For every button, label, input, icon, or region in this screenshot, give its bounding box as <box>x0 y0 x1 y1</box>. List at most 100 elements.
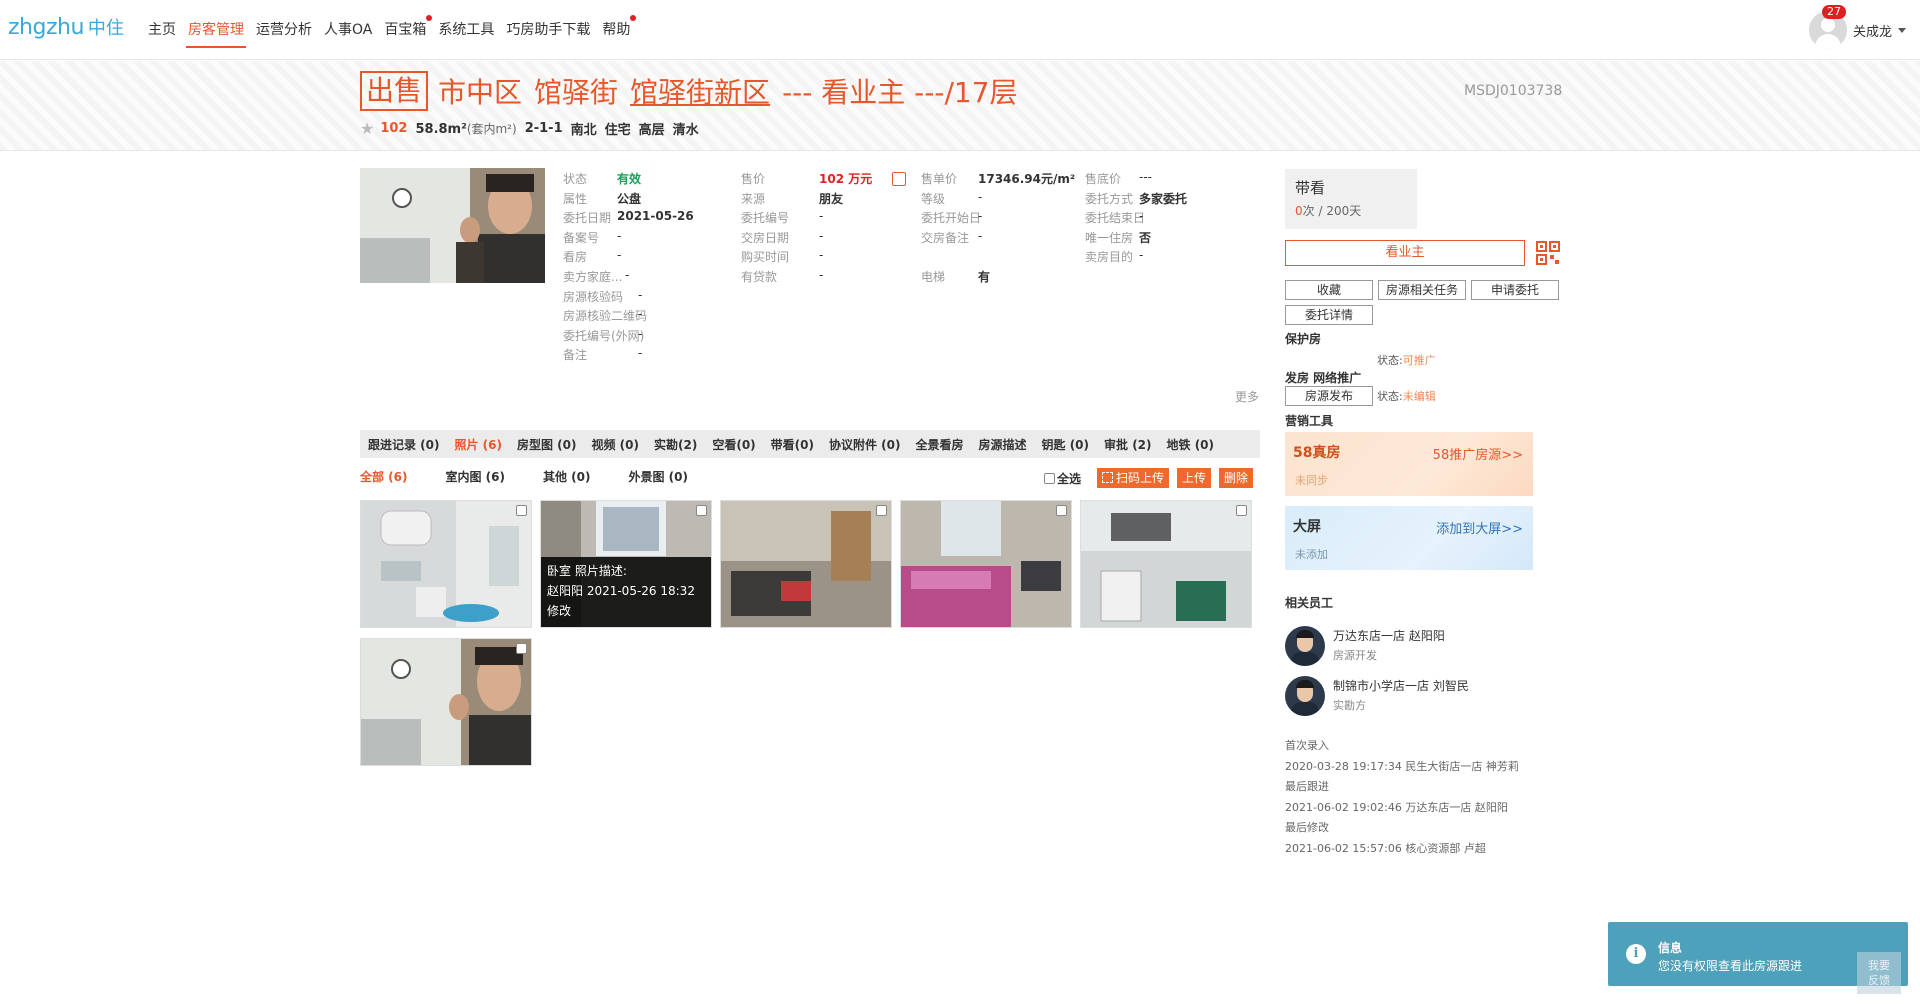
photo-checkbox[interactable] <box>516 505 527 516</box>
info-value: 多家委托 <box>1139 191 1188 206</box>
staff-role: 房源开发 <box>1333 649 1377 662</box>
related-tasks-button[interactable]: 房源相关任务 <box>1378 280 1466 300</box>
nav-item-label: 主页 <box>148 22 176 38</box>
staff-item[interactable]: 万达东店一店 赵阳阳 房源开发 <box>1285 626 1445 666</box>
viewing-stats: 带看 0次 / 200天 <box>1285 169 1417 229</box>
upload-button[interactable]: 上传 <box>1177 468 1212 488</box>
photo-category-tab[interactable]: 外景图 (0) <box>629 468 689 485</box>
photo-thumb[interactable] <box>360 500 532 628</box>
title-rest: --- 看业主 ---/17层 <box>782 76 1018 109</box>
photo-overlay: 卧室 照片描述: 赵阳阳 2021-05-26 18:32 修改 <box>541 557 711 627</box>
nav-item[interactable]: 系统工具 <box>432 0 500 60</box>
info-value: - <box>819 268 824 282</box>
photo-thumb[interactable] <box>720 500 892 628</box>
photo-thumb[interactable] <box>900 500 1072 628</box>
photo-checkbox[interactable] <box>1056 505 1067 516</box>
info-value: 有 <box>978 270 991 284</box>
info-value: 17346.94元/m² <box>978 172 1076 186</box>
photo-edit-link[interactable]: 修改 <box>547 601 705 621</box>
detail-tab[interactable]: 跟进记录 (0) <box>368 436 440 453</box>
logo[interactable]: zhgzhu 中住 <box>8 14 124 44</box>
toast-message: 您没有权限查看此房源跟进 <box>1658 959 1803 973</box>
detail-tab[interactable]: 带看(0) <box>771 436 814 453</box>
community-link[interactable]: 馆驿街新区 <box>630 71 770 111</box>
detail-tab[interactable]: 房源描述 <box>979 436 1027 453</box>
detail-tab[interactable]: 审批 (2) <box>1104 436 1152 453</box>
info-label: 等级 <box>921 191 946 206</box>
detail-tab[interactable]: 视频 (0) <box>592 436 640 453</box>
select-all-checkbox[interactable] <box>1044 472 1055 484</box>
photo-thumb[interactable] <box>1080 500 1252 628</box>
detail-tab[interactable]: 房型图 (0) <box>517 436 577 453</box>
info-value: - <box>978 209 983 224</box>
info-label: 属性 <box>563 191 588 206</box>
detail-tab[interactable]: 协议附件 (0) <box>829 436 901 453</box>
photo-checkbox[interactable] <box>1236 505 1247 516</box>
photo-category-tab[interactable]: 其他 (0) <box>543 468 591 485</box>
info-value: - <box>638 287 643 302</box>
info-value: --- <box>1139 170 1152 184</box>
nav-item[interactable]: 人事OA <box>318 0 378 60</box>
nav-item[interactable]: 运营分析 <box>250 0 318 60</box>
publish-status-value: 未编辑 <box>1402 390 1436 403</box>
nav-item[interactable]: 帮助 <box>596 0 637 60</box>
info-icon: i <box>1626 944 1646 964</box>
staff-name: 万达东店一店 赵阳阳 <box>1333 629 1445 643</box>
favorite-button[interactable]: 收藏 <box>1285 280 1373 300</box>
main-photo[interactable] <box>360 168 545 283</box>
toast-title: 信息 <box>1658 941 1683 955</box>
photo-checkbox[interactable] <box>516 643 527 654</box>
detail-tab[interactable]: 全景看房 <box>915 436 963 453</box>
detail-tab[interactable]: 钥匙 (0) <box>1042 436 1090 453</box>
publish-listing-button[interactable]: 房源发布 <box>1285 386 1373 406</box>
contact-owner-button[interactable]: 看业主 <box>1285 240 1525 266</box>
photo-checkbox[interactable] <box>696 505 707 516</box>
info-value: - <box>638 307 643 322</box>
detail-tab[interactable]: 实勘(2) <box>654 436 697 453</box>
log-line: 2021-06-02 15:57:06 核心资源部 卢超 <box>1285 841 1486 855</box>
info-label: 有贷款 <box>741 270 778 284</box>
info-label: 备注 <box>563 348 588 363</box>
nav-item[interactable]: 巧房助手下载 <box>500 0 596 60</box>
card-bigscreen-link[interactable]: 添加到大屏>> <box>1436 518 1523 537</box>
photo-thumb[interactable] <box>360 638 532 766</box>
chevron-down-icon[interactable] <box>1898 27 1906 33</box>
username[interactable]: 关成龙 <box>1853 21 1892 40</box>
select-all[interactable]: 全选 <box>1044 470 1081 487</box>
feedback-button[interactable]: 我要 反馈 <box>1857 952 1901 994</box>
photo-category-tab[interactable]: 全部 (6) <box>360 468 408 485</box>
notification-badge[interactable]: 27 <box>1822 5 1846 19</box>
info-label: 房源核验二维码 <box>563 309 648 324</box>
info-value: - <box>617 248 622 263</box>
commission-detail-button[interactable]: 委托详情 <box>1285 305 1373 325</box>
viewing-count: 0次 / 200天 <box>1295 202 1407 219</box>
detail-tab[interactable]: 照片 (6) <box>455 436 503 453</box>
info-label: 售底价 <box>1085 172 1122 186</box>
delete-button[interactable]: 删除 <box>1219 468 1254 488</box>
nav-item[interactable]: 主页 <box>142 0 182 60</box>
nav-item-label: 运营分析 <box>256 22 312 38</box>
apply-commission-button[interactable]: 申请委托 <box>1471 280 1559 300</box>
photo-checkbox[interactable] <box>876 505 887 516</box>
info-value: - <box>819 248 824 263</box>
more-link[interactable]: 更多 <box>1235 388 1259 405</box>
viewing-count-rest: 次 / 200天 <box>1302 204 1362 218</box>
info-label: 看房 <box>563 250 588 265</box>
calculator-icon[interactable] <box>892 172 906 186</box>
nav-item[interactable]: 房客管理 <box>182 0 250 60</box>
staff-text: 制锦市小学店一店 刘智民 实勘方 <box>1333 676 1469 716</box>
detail-tab[interactable]: 地铁 (0) <box>1167 436 1215 453</box>
nav-item[interactable]: 百宝箱 <box>378 0 433 60</box>
qr-code-icon[interactable] <box>1536 241 1560 265</box>
staff-item[interactable]: 制锦市小学店一店 刘智民 实勘方 <box>1285 676 1469 716</box>
info-value: 2021-05-26 <box>617 209 694 224</box>
photo-category-tab[interactable]: 室内图 (6) <box>446 468 506 485</box>
detail-tab[interactable]: 空看(0) <box>712 436 755 453</box>
scan-upload-button[interactable]: 扫码上传 <box>1097 468 1170 488</box>
user-menu[interactable]: 27 关成龙 <box>1808 5 1906 50</box>
info-label: 委托开始日 <box>921 211 982 226</box>
photo-thumb[interactable]: 卧室 照片描述: 赵阳阳 2021-05-26 18:32 修改 <box>540 500 712 628</box>
card-58-link[interactable]: 58推广房源>> <box>1433 444 1523 463</box>
star-icon[interactable]: ★ <box>360 119 374 138</box>
protect-status: 状态:可推广 <box>1377 352 1436 368</box>
